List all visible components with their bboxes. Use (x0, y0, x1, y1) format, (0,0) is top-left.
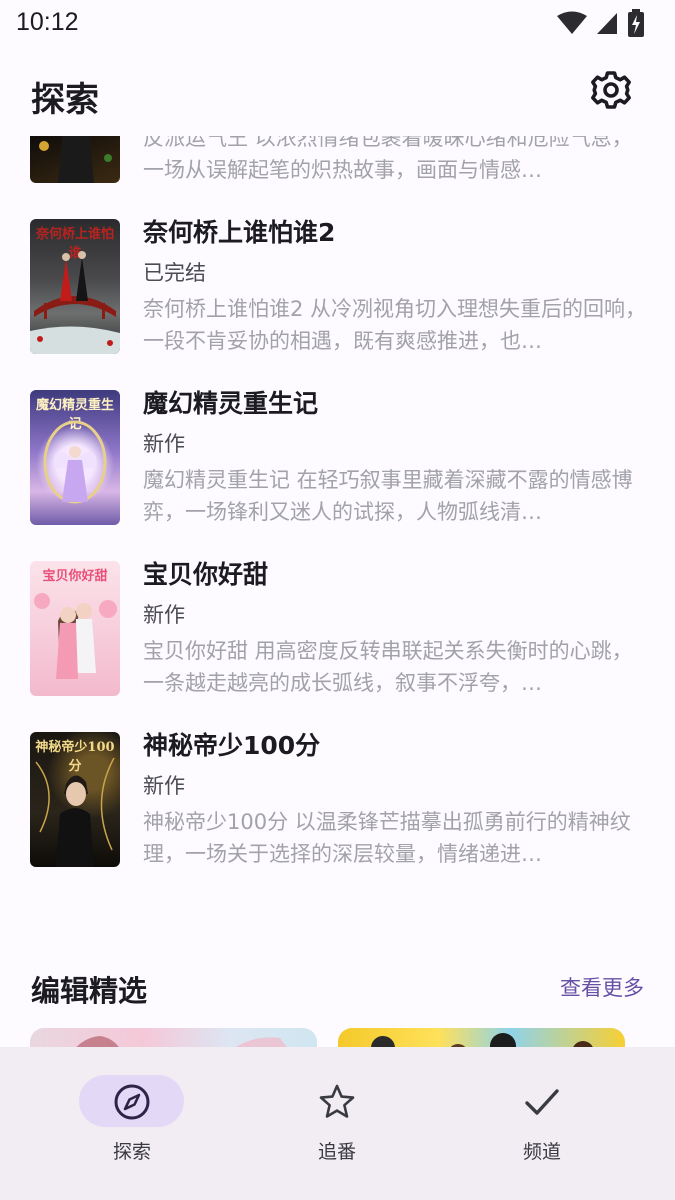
cover-image: 宝贝你好甜 (30, 561, 120, 696)
cover-image: 神秘帝少100分 (30, 732, 120, 867)
cover-image (30, 136, 120, 183)
nav-item-explore[interactable]: 探索 (57, 1075, 207, 1175)
item-description: 奈何桥上谁怕谁2 从冷冽视角切入理想失重后的回响，一段不肯妥协的相遇，既有爽感推… (143, 297, 647, 353)
nav-label: 探索 (112, 1141, 151, 1163)
status-time: 10:12 (16, 8, 79, 36)
nav-item-channels[interactable]: 频道 (467, 1075, 617, 1175)
bottom-navigation: 探索 追番 频道 (0, 1047, 675, 1200)
list-item[interactable]: 神秘帝少100分 神秘帝少100分 新作 神秘帝少100分 以温柔锋芒描摹出孤勇… (0, 731, 675, 903)
content-scroll-area[interactable]: 新作 反派运气王 以浓烈情绪包裹着暧昧心绪和危险气息，一场从误解起笔的炽热故事，… (0, 136, 675, 1047)
cover-image: 奈何桥上谁怕谁 (30, 219, 120, 354)
editor-pick-card[interactable] (30, 1028, 317, 1047)
item-status: 新作 (143, 774, 185, 798)
compass-icon (114, 1084, 150, 1120)
cellular-signal-icon (597, 13, 617, 34)
settings-gear-icon[interactable] (585, 64, 637, 116)
item-description: 宝贝你好甜 用高密度反转串联起关系失衡时的心跳，一条越走越亮的成长弧线，叙事不浮… (143, 639, 633, 695)
battery-charging-icon (628, 9, 644, 37)
list-item[interactable]: 宝贝你好甜 宝贝你好甜 新作 宝贝你好甜 用高密度反转串联起关系失衡时的心跳，一… (0, 560, 675, 732)
list-item[interactable]: 奈何桥上谁怕谁 奈何桥上谁怕谁2 已完结 奈何桥上谁怕谁2 从冷冽视角切入理想失… (0, 218, 675, 390)
item-title: 奈何桥上谁怕谁2 (143, 218, 336, 247)
nav-item-following[interactable]: 追番 (262, 1075, 412, 1175)
status-bar: 10:12 (0, 0, 675, 46)
item-status: 新作 (143, 603, 185, 627)
cover-image: 魔幻精灵重生记 (30, 390, 120, 525)
item-status: 已完结 (143, 261, 206, 285)
series-list: 新作 反派运气王 以浓烈情绪包裹着暧昧心绪和危险气息，一场从误解起笔的炽热故事，… (0, 136, 675, 903)
list-item[interactable]: 魔幻精灵重生记 魔幻精灵重生记 新作 魔幻精灵重生记 在轻巧叙事里藏着深藏不露的… (0, 389, 675, 561)
top-app-bar: 探索 (0, 46, 675, 136)
item-title: 魔幻精灵重生记 (143, 389, 319, 418)
editor-pick-card[interactable] (338, 1028, 625, 1047)
item-description: 反派运气王 以浓烈情绪包裹着暧昧心绪和危险气息，一场从误解起笔的炽热故事，画面与… (143, 136, 633, 182)
item-status: 新作 (143, 432, 185, 456)
list-item[interactable]: 新作 反派运气王 以浓烈情绪包裹着暧昧心绪和危险气息，一场从误解起笔的炽热故事，… (0, 136, 675, 219)
nav-label: 追番 (317, 1141, 356, 1163)
item-title: 宝贝你好甜 (143, 560, 269, 589)
item-description: 魔幻精灵重生记 在轻巧叙事里藏着深藏不露的情感博弈，一场锋利又迷人的试探，人物弧… (143, 468, 633, 524)
check-icon (525, 1089, 559, 1115)
star-icon (319, 1084, 355, 1118)
page-title: 探索 (31, 80, 99, 120)
item-title: 神秘帝少100分 (143, 731, 321, 760)
item-description: 神秘帝少100分 以温柔锋芒描摹出孤勇前行的精神纹理，一场关于选择的深层较量，情… (143, 810, 631, 866)
section-title-editor-picks: 编辑精选 (31, 974, 148, 1008)
nav-label: 频道 (522, 1141, 561, 1163)
status-icons (557, 8, 645, 38)
see-more-link[interactable]: 查看更多 (560, 972, 644, 1002)
wifi-icon (557, 11, 587, 34)
